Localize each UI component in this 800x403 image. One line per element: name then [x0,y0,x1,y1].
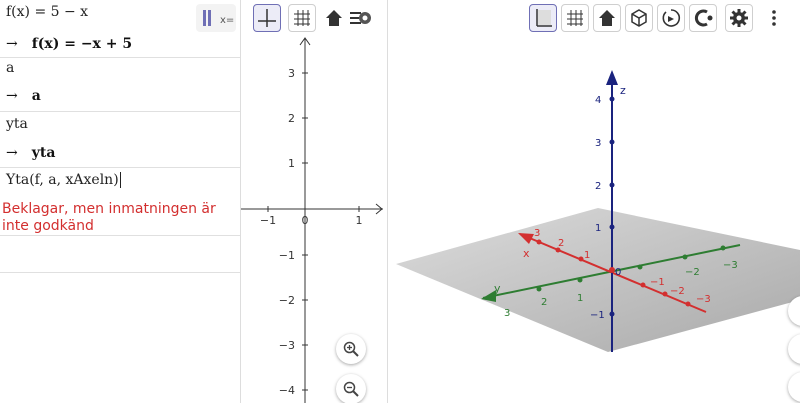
z-tick-label: −1 [590,310,605,321]
algebra-toggle-button[interactable]: x= [196,4,236,32]
x-tick-label: 1 [584,250,590,261]
z-axis-3d-arrow [606,70,618,85]
graph-2d: −1 0 1 3 2 1 −1 −2 −3 −4 [241,37,383,403]
cas-row-4[interactable]: Yta(f, a, xAxeln) Beklagar, men inmatnin… [0,168,240,236]
zoom-out-icon [343,381,359,397]
z-tick-label: 2 [595,181,601,192]
algebra-input-icon: x= [203,10,234,26]
y-tick-label: −2 [279,294,295,307]
toggle-label: x= [220,15,234,26]
zoom-in-icon [343,341,359,357]
y-tick-label: 1 [577,293,583,304]
cas-output-text: f(x) = −x + 5 [31,36,133,52]
z-axis-label: z [620,84,626,97]
x-tick-label: −1 [260,214,276,227]
y-tick-label: 2 [288,112,295,125]
cas-output: → a [6,88,41,104]
output-arrow: → [6,88,18,104]
z-tick-label: 3 [595,138,601,149]
x-tick-label: 3 [534,228,540,239]
cas-input[interactable]: yta [6,116,28,132]
y-tick-label: −2 [685,267,700,278]
cas-output: → f(x) = −x + 5 [6,36,132,52]
error-message: Beklagar, men inmatningen är inte godkän… [2,201,216,234]
origin-point [609,267,615,273]
y-tick-label: 2 [541,297,547,308]
graphics-view-3d[interactable]: y 3 2 1 −2 −3 x 3 2 1 −1 −2 −3 z 4 3 2 1… [388,0,800,403]
graph-3d: y 3 2 1 −2 −3 x 3 2 1 −1 −2 −3 z 4 3 2 1… [396,70,800,352]
y-tick-label: 3 [288,67,295,80]
y-tick-label: 3 [504,308,510,319]
cas-input-active[interactable]: Yta(f, a, xAxeln) [6,172,121,188]
cas-output-text: yta [31,145,56,161]
y-tick-label: −4 [279,384,295,397]
z-tick-label: 4 [595,95,601,106]
cas-output-text: a [31,88,41,104]
origin-label: 0 [615,267,621,278]
cas-row-empty[interactable] [0,236,240,273]
x-tick-label: 2 [558,238,564,249]
cas-output: → yta [6,145,55,161]
x-tick-label: −1 [650,277,665,288]
graphics-view-2d[interactable]: −1 0 1 3 2 1 −1 −2 −3 −4 [241,0,388,403]
x-tick-label: −3 [696,294,711,305]
cas-row-3[interactable]: yta → yta [0,112,240,168]
x-tick-label: 1 [356,214,363,227]
y-tick-label: −3 [279,339,295,352]
y-tick-label: −3 [723,260,738,271]
cas-row-2[interactable]: a → a [0,58,240,112]
z-tick-label: 1 [595,223,601,234]
cas-input[interactable]: a [6,60,14,76]
zoom-out-button[interactable] [336,374,366,403]
x-axis-label: x [523,247,530,260]
y-tick-label: −1 [279,249,295,262]
cas-panel: f(x) = 5 − x → f(x) = −x + 5 x= a → a yta … [0,0,241,403]
output-arrow: → [6,36,18,52]
y-axis-label: y [494,282,501,295]
y-tick-label: 1 [288,157,295,170]
zoom-in-button[interactable] [336,334,366,364]
cas-input[interactable]: f(x) = 5 − x [6,4,88,20]
output-arrow: → [6,145,18,161]
x-tick-label: −2 [670,286,685,297]
x-tick-label: 0 [302,214,309,227]
